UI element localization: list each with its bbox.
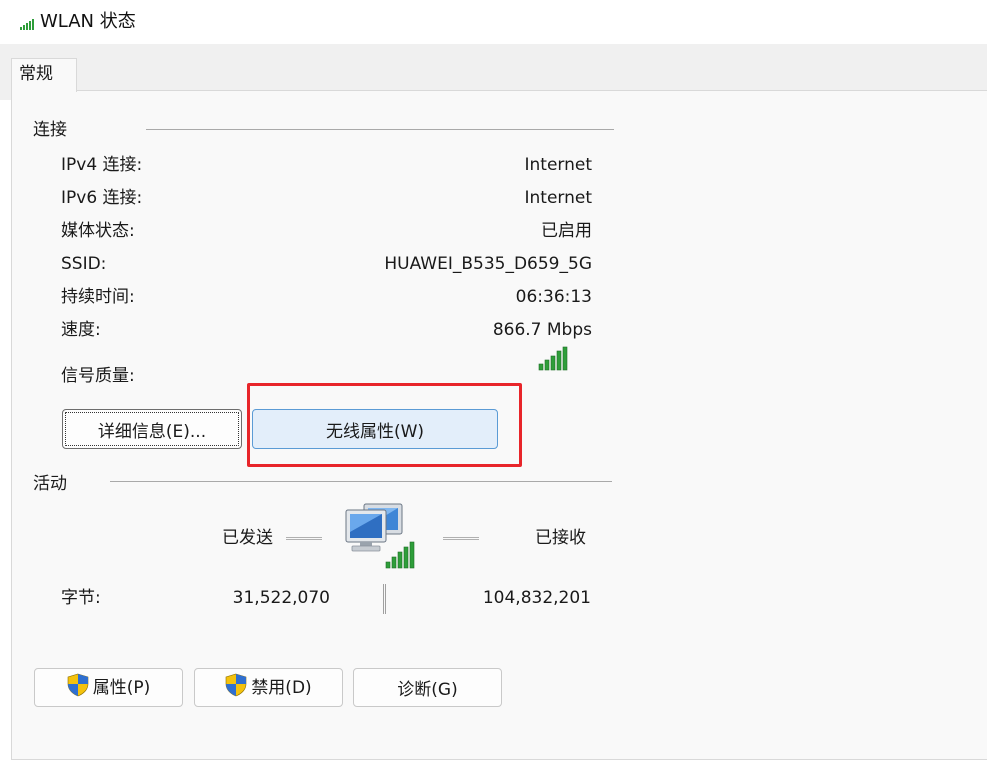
bytes-sent-value: 31,522,070: [232, 588, 330, 608]
sent-dash: [286, 537, 322, 540]
ssid-label: SSID:: [61, 254, 107, 274]
properties-button[interactable]: 属性(P): [34, 668, 183, 707]
received-label: 已接收: [535, 528, 586, 548]
media-state-value: 已启用: [541, 221, 592, 241]
speed-value: 866.7 Mbps: [492, 320, 592, 340]
ipv6-label: IPv6 连接:: [61, 188, 143, 208]
activity-section-label: 活动: [33, 474, 67, 494]
sent-label: 已发送: [222, 528, 273, 548]
speed-label: 速度:: [61, 320, 101, 340]
duration-label: 持续时间:: [61, 287, 135, 307]
uac-shield-icon: [226, 673, 247, 697]
wifi-signal-icon: [20, 19, 34, 30]
duration-value: 06:36:13: [515, 287, 592, 307]
activity-divider: [110, 481, 612, 482]
diagnose-button[interactable]: 诊断(G): [353, 668, 502, 707]
bytes-separator: [383, 584, 386, 614]
connection-divider: [146, 129, 614, 130]
window-title: WLAN 状态: [40, 11, 136, 32]
bytes-received-value: 104,832,201: [482, 588, 591, 608]
ipv6-value: Internet: [524, 188, 592, 208]
title-bar: WLAN 状态: [0, 0, 987, 44]
network-computers-icon: [345, 503, 415, 569]
properties-button-label: 属性(P): [92, 677, 151, 698]
details-button[interactable]: 详细信息(E)...: [62, 409, 242, 449]
connection-section-label: 连接: [33, 120, 67, 140]
uac-shield-icon: [67, 673, 89, 697]
disable-button-label: 禁用(D): [251, 677, 312, 698]
received-dash: [443, 537, 479, 540]
media-state-label: 媒体状态:: [61, 221, 135, 241]
signal-bars-icon: [538, 346, 568, 371]
highlight-annotation: [247, 383, 522, 467]
ipv4-label: IPv4 连接:: [61, 155, 143, 175]
bytes-label: 字节:: [61, 588, 101, 608]
disable-button[interactable]: 禁用(D): [194, 668, 343, 707]
ipv4-value: Internet: [524, 155, 592, 175]
tab-general[interactable]: 常规: [11, 58, 77, 92]
ssid-value: HUAWEI_B535_D659_5G: [384, 254, 592, 274]
signal-quality-label: 信号质量:: [61, 366, 135, 386]
